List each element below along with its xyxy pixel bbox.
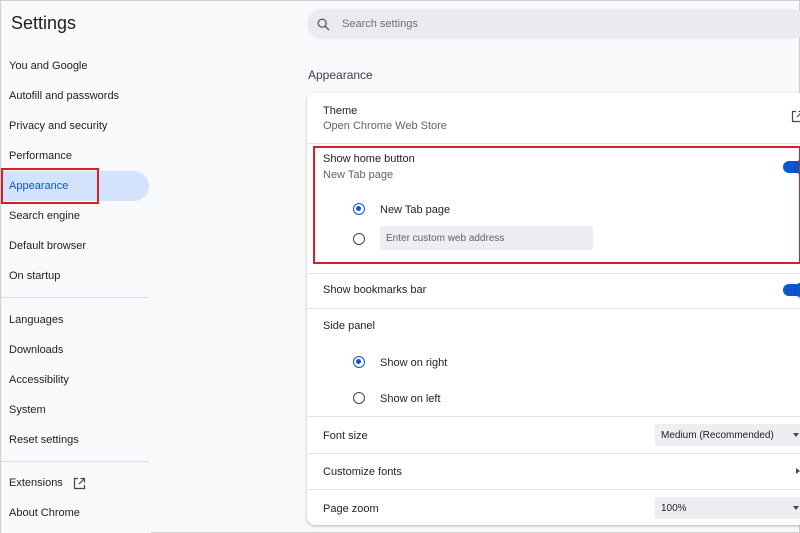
sidebar-item-label: Accessibility [9,374,69,386]
sidebar-item-performance[interactable]: Performance [1,141,149,171]
sidebar-item-label: System [9,404,46,416]
home-button-highlight [313,146,800,264]
search-input[interactable] [342,18,742,30]
sidebar-item-accessibility[interactable]: Accessibility [1,365,149,395]
sidebar-item-on-startup[interactable]: On startup [1,261,149,291]
settings-window: Settings You and Google Autofill and pas… [0,0,800,533]
row-divider [307,416,800,417]
sidebar-item-privacy[interactable]: Privacy and security [1,111,149,141]
sidebar-item-reset-settings[interactable]: Reset settings [1,425,149,455]
show-on-left-radio[interactable] [353,392,365,404]
sidebar-item-label: Autofill and passwords [9,90,120,102]
section-title: Appearance [308,68,373,82]
row-divider [307,308,800,309]
sidebar-item-extensions[interactable]: Extensions [1,468,149,498]
open-in-new-icon[interactable] [791,110,800,126]
sidebar-item-label: On startup [9,270,61,282]
page-zoom-label: Page zoom [323,503,379,515]
theme-sublabel: Open Chrome Web Store [323,120,447,132]
search-bar[interactable] [307,9,800,39]
chevron-down-icon [793,433,799,437]
theme-label: Theme [323,105,358,117]
chevron-right-icon[interactable] [796,468,800,474]
sidebar-item-downloads[interactable]: Downloads [1,335,149,365]
sidebar-item-autofill[interactable]: Autofill and passwords [1,81,149,111]
show-on-left-label: Show on left [380,393,441,405]
sidebar-item-label: You and Google [9,60,88,72]
toggle-knob [795,282,800,298]
search-icon [317,17,330,31]
row-divider [307,453,800,454]
open-in-new-icon [73,477,86,490]
sidebar-item-label: Languages [9,314,64,326]
sidebar-item-label: Performance [9,150,72,162]
sidebar-item-label: Search engine [9,210,80,222]
page-zoom-select[interactable]: 100% [655,497,800,519]
page-title: Settings [11,13,77,33]
show-on-right-label: Show on right [380,357,448,369]
show-on-right-radio[interactable] [353,356,365,368]
sidebar-item-about-chrome[interactable]: About Chrome [1,498,149,528]
sidebar-item-you-and-google[interactable]: You and Google [1,51,149,81]
sidebar-item-label: Privacy and security [9,120,108,132]
sidebar-item-search-engine[interactable]: Search engine [1,201,149,231]
sidebar-item-label: Downloads [9,344,64,356]
sidebar-item-label: About Chrome [9,507,80,519]
font-size-label: Font size [323,430,368,442]
page-zoom-value: 100% [661,502,687,514]
sidebar-item-default-browser[interactable]: Default browser [1,231,149,261]
sidebar: Settings You and Google Autofill and pas… [1,1,151,533]
customize-fonts-label[interactable]: Customize fonts [323,466,402,478]
row-divider [307,489,800,490]
font-size-select[interactable]: Medium (Recommended) [655,424,800,446]
row-divider [307,273,800,274]
side-panel-label: Side panel [323,320,375,332]
sidebar-item-languages[interactable]: Languages [1,305,149,335]
sidebar-divider [1,297,149,298]
sidebar-item-label: Reset settings [9,434,79,446]
chevron-down-icon [793,506,799,510]
sidebar-divider [1,461,149,462]
bookmarks-bar-toggle[interactable] [783,282,800,298]
appearance-highlight [1,168,99,204]
font-size-value: Medium (Recommended) [661,429,774,441]
sidebar-item-system[interactable]: System [1,395,149,425]
sidebar-item-label: Default browser [9,240,87,252]
sidebar-item-label: Extensions [9,477,63,489]
row-divider [307,143,800,144]
bookmarks-bar-label: Show bookmarks bar [323,284,427,296]
